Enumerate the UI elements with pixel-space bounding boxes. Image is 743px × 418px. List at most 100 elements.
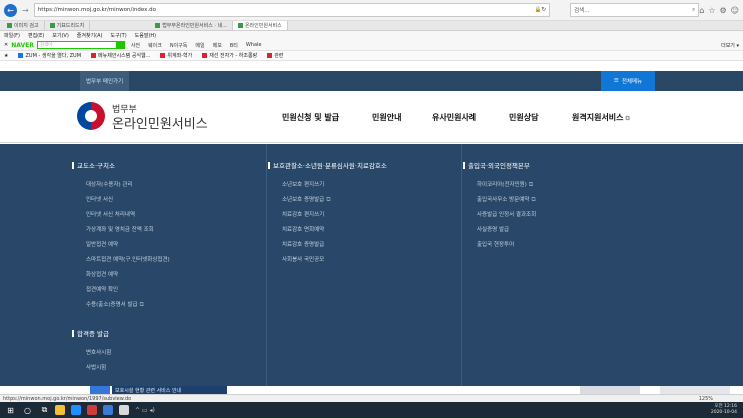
taegeuk-logo-icon[interactable]: [77, 102, 105, 130]
all-menu-label: 전체메뉴: [621, 79, 643, 85]
banner-thumbnail[interactable]: [580, 386, 640, 394]
gnb-cases[interactable]: 유사민원사례: [432, 112, 476, 123]
col1-link[interactable]: 일반접견 예약: [86, 240, 118, 248]
refresh-icon[interactable]: ↻: [542, 7, 547, 13]
menu-view[interactable]: 보기(V): [52, 32, 69, 39]
promo-banner[interactable]: 보호시설 현황 관련 서비스 안내: [112, 386, 227, 394]
naver-logo: NAVER: [11, 41, 34, 49]
lock-icon: 🔒: [534, 7, 542, 13]
search-icon[interactable]: ⌕: [692, 7, 695, 14]
clock[interactable]: 오전 12:16 2020-10-04: [711, 404, 737, 416]
col1-link[interactable]: 스마트접견 예약(구.인터넷화상접견): [86, 255, 170, 263]
external-link-icon: ⧉: [625, 115, 630, 122]
col3-link[interactable]: 사실증명 발급: [477, 225, 509, 233]
col2-link[interactable]: 사회봉사 국민공모: [282, 255, 324, 263]
ie-browser-icon[interactable]: [71, 405, 81, 415]
search-icon[interactable]: ○: [21, 404, 34, 417]
naver-item-memo[interactable]: 메모: [213, 42, 222, 49]
menu-tools[interactable]: 도구(T): [111, 32, 127, 39]
zoom-level[interactable]: 125%: [699, 396, 713, 402]
mega-menu-panel: 교도소·구치소 대상자(수용자) 관리 인터넷 서신 인터넷 서신 처리내역 가…: [0, 144, 743, 386]
smiley-icon[interactable]: ☺: [731, 6, 739, 15]
col1-link[interactable]: 대상자(수용자) 관리: [86, 180, 133, 188]
naver-search-input[interactable]: 검색어: [36, 41, 117, 49]
col2-link[interactable]: 소년보호 편지쓰기: [282, 180, 324, 188]
app-icon[interactable]: [103, 405, 113, 415]
favorite-label: 메뉴제안시스템 공식웹...: [98, 53, 151, 59]
file-explorer-icon[interactable]: [55, 405, 65, 415]
naver-item-bt[interactable]: B티: [230, 42, 238, 49]
favicon: [91, 53, 97, 58]
task-view-icon[interactable]: ⧉: [38, 404, 51, 417]
column-divider: [266, 144, 267, 386]
tab-3[interactable]: 법무부온라인민원서비스 · 네...: [150, 21, 233, 30]
back-button[interactable]: ←: [4, 3, 17, 17]
gnb-guide[interactable]: 민원안내: [372, 112, 401, 123]
menu-favorites[interactable]: 즐겨찾기(A): [77, 32, 103, 39]
col1-link[interactable]: 가상계좌 및 영치금 잔액 조회: [86, 225, 154, 233]
gear-icon[interactable]: ⚙: [719, 6, 726, 15]
col2-link[interactable]: 치료감호 편지쓰기: [282, 210, 324, 218]
col1-link[interactable]: 인터넷 서신 처리내역: [86, 210, 135, 218]
col1-link2[interactable]: 변호사시험: [86, 348, 111, 356]
col1-link[interactable]: 접견예약 확인: [86, 285, 118, 293]
favorite-item-menu[interactable]: 메뉴제안시스템 공식웹...: [91, 52, 150, 59]
gnb-remote[interactable]: 원격지원서비스 ⧉: [572, 112, 630, 123]
col1-link-ext[interactable]: 수용(출소)증명서 발급 ⧉: [86, 300, 144, 309]
column-divider: [461, 144, 462, 386]
naver-item-wake[interactable]: 웨이크: [148, 42, 162, 49]
favicon: [18, 53, 24, 58]
menu-help[interactable]: 도움말(H): [135, 32, 156, 39]
naver-item-mail[interactable]: 메일: [195, 42, 204, 49]
tab-1[interactable]: 이미지 검고: [2, 21, 45, 30]
menu-edit[interactable]: 편집(E): [28, 32, 44, 39]
col3-link-ext[interactable]: 하이코리아(전자민원) ⧉: [477, 180, 533, 189]
address-field[interactable]: https://minwon.moj.go.kr/minwon/index.do…: [33, 3, 551, 17]
search-field[interactable]: 검색... ⌕: [570, 3, 700, 17]
gnb-consult[interactable]: 민원상담: [509, 112, 538, 123]
col2-title: 보호관찰소·소년원·분류심사원·치료감호소: [268, 160, 387, 170]
naver-search-button[interactable]: [116, 41, 125, 49]
brand-title[interactable]: 온라인민원서비스: [112, 113, 208, 132]
col3-title-text: 출입국·외국인정책본부: [468, 162, 530, 170]
col1-link2[interactable]: 사법시험: [86, 363, 106, 371]
gnb-apply[interactable]: 민원신청 및 발급: [282, 112, 339, 123]
favorite-item-zum[interactable]: ZUM - 생각을 열다, ZUM: [18, 52, 81, 59]
naver-item-subscribe[interactable]: N이구독: [170, 42, 188, 49]
app-icon[interactable]: [87, 405, 97, 415]
menu-bar: 파일(F) 편집(E) 보기(V) 즐겨찾기(A) 도구(T) 도움말(H): [0, 31, 743, 40]
old-site-link[interactable]: 법무부 메인가기: [80, 71, 130, 91]
star-icon[interactable]: ☆: [708, 6, 715, 15]
favorite-item-elec[interactable]: 재선 전자가 - 하조롬랑: [202, 52, 257, 59]
favorite-item-account[interactable]: 위계좌-혁가: [160, 52, 192, 59]
external-link-icon: ⧉: [326, 196, 331, 203]
tab-4[interactable]: 온라인민원서비스: [232, 21, 288, 30]
tab-2[interactable]: 기묘드리드지: [45, 21, 91, 30]
tab-label: 이미지 검고: [14, 23, 39, 29]
app-icon[interactable]: [119, 405, 129, 415]
close-icon[interactable]: ✕: [4, 42, 8, 48]
menu-file[interactable]: 파일(F): [4, 32, 20, 39]
naver-more-button[interactable]: 더보기 ▾: [721, 42, 739, 49]
col3-link-ext[interactable]: 출입국사무소 방문예약 ⧉: [477, 195, 536, 204]
col2-link[interactable]: 치료감호 증명발급: [282, 240, 324, 248]
col3-link-text: 출입국사무소 방문예약: [477, 197, 530, 203]
windows-start-icon[interactable]: ⊞: [4, 404, 17, 417]
tray-icons[interactable]: ^ ▭ ◂): [135, 407, 155, 414]
banner-thumbnail[interactable]: [660, 386, 730, 394]
home-icon[interactable]: ⌂: [699, 6, 704, 15]
all-menu-button[interactable]: ☰ 전체메뉴: [601, 71, 655, 91]
forward-button[interactable]: →: [19, 4, 32, 17]
col2-link[interactable]: 치료감호 면회예약: [282, 225, 324, 233]
favorite-label: 관련: [274, 53, 284, 59]
favorite-item-related[interactable]: 관련: [267, 52, 283, 59]
naver-item-whale[interactable]: Whale: [246, 42, 262, 48]
col2-link-ext[interactable]: 소년보호 증명발급 ⧉: [282, 195, 331, 204]
favorites-star-icon[interactable]: ★: [4, 53, 8, 59]
col1-link[interactable]: 인터넷 서신: [86, 195, 113, 203]
promo-icon: [90, 386, 110, 394]
col1-link[interactable]: 화상접견 예약: [86, 270, 118, 278]
col3-link[interactable]: 사증발급 인정서 결과조회: [477, 210, 536, 218]
naver-item-dict[interactable]: 사전: [131, 42, 140, 49]
col3-link[interactable]: 출입국 현장투어: [477, 240, 514, 248]
